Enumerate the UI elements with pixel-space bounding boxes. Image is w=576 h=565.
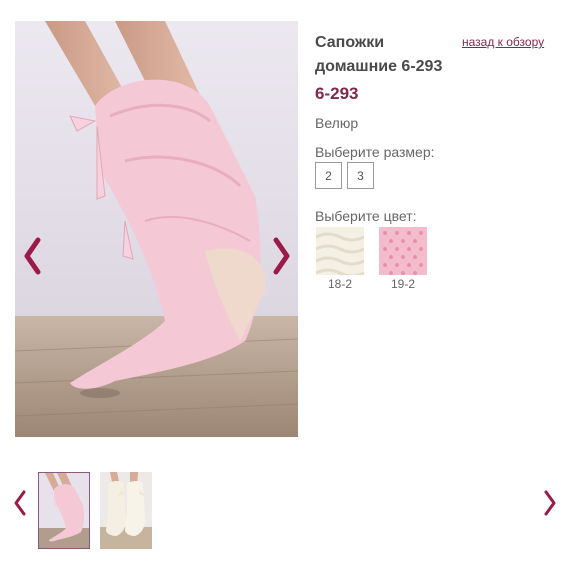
thumbnail-prev-arrow[interactable] bbox=[10, 488, 30, 518]
thumbnail-cream-boots[interactable] bbox=[100, 472, 152, 549]
chevron-left-icon bbox=[14, 490, 26, 516]
thumbnail-next-arrow[interactable] bbox=[540, 488, 560, 518]
chevron-left-icon bbox=[24, 237, 41, 275]
chevron-right-icon bbox=[273, 237, 290, 275]
back-to-overview-link[interactable]: назад к обзору bbox=[462, 35, 544, 49]
chevron-right-icon bbox=[544, 490, 556, 516]
next-photo-arrow[interactable] bbox=[270, 236, 294, 276]
product-material: Велюр bbox=[315, 115, 359, 131]
size-option-2[interactable]: 2 bbox=[315, 162, 342, 189]
product-title: Сапожки домашние 6-293 bbox=[315, 34, 443, 75]
previous-photo-arrow[interactable] bbox=[20, 236, 44, 276]
size-option-3[interactable]: 3 bbox=[347, 162, 374, 189]
color-code-18-2: 18-2 bbox=[327, 277, 353, 291]
thumbnail-pink-boots[interactable] bbox=[38, 472, 90, 549]
color-code-19-2: 19-2 bbox=[390, 277, 416, 291]
color-swatch-19-2[interactable] bbox=[379, 227, 427, 275]
size-options: 2 3 bbox=[315, 162, 374, 189]
color-swatch-18-2[interactable] bbox=[316, 227, 364, 275]
color-label: Выберите цвет: bbox=[315, 208, 417, 224]
main-product-photo bbox=[15, 21, 298, 437]
product-sku: 6-293 bbox=[315, 84, 359, 103]
size-label: Выберите размер: bbox=[315, 144, 435, 160]
